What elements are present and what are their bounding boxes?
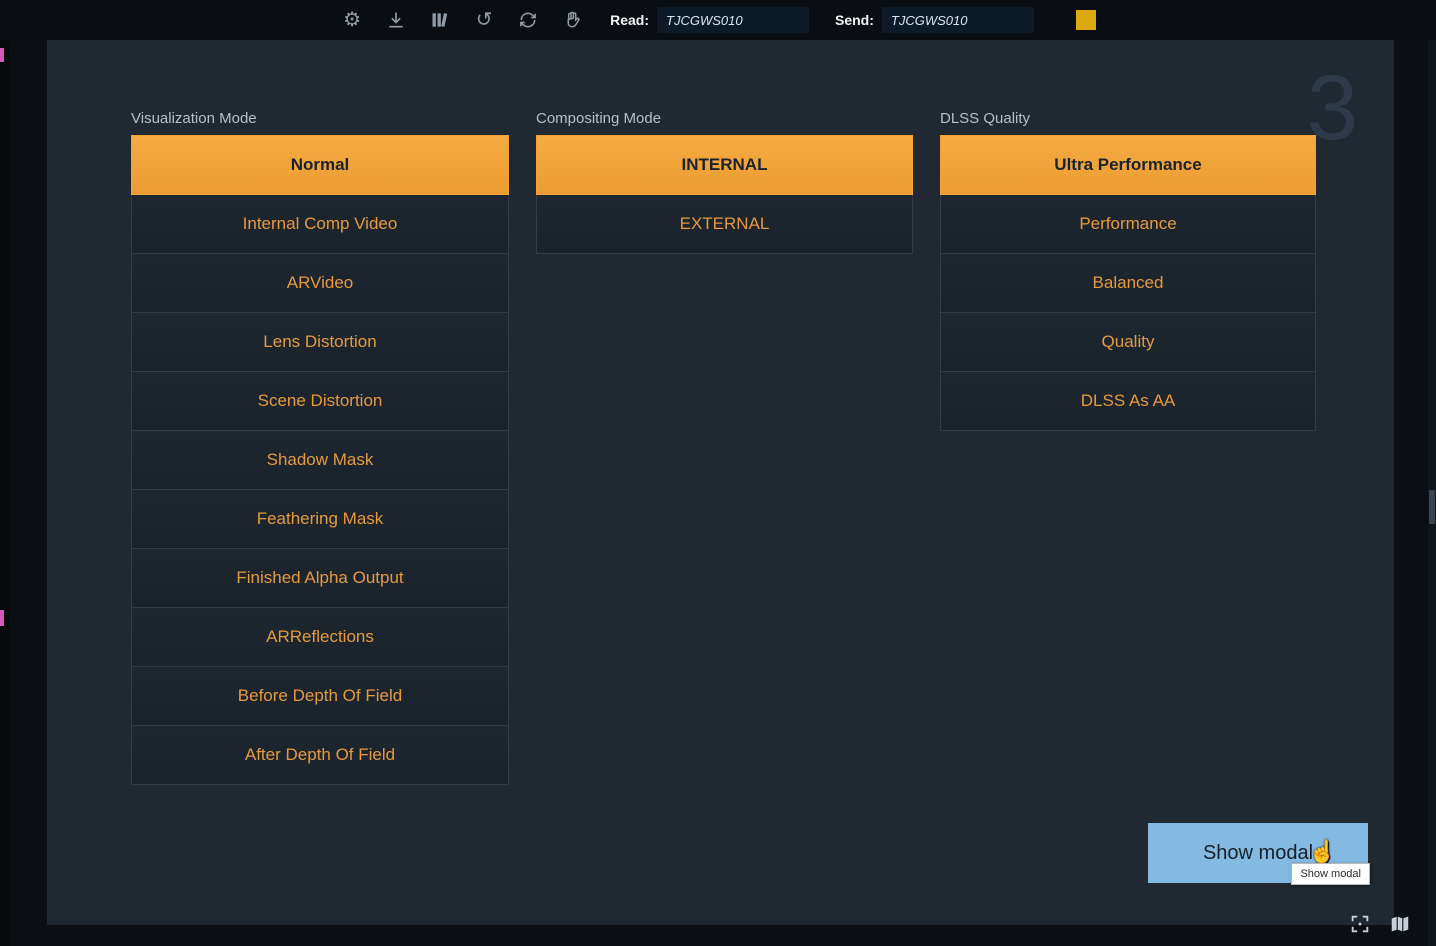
fullscreen-icon[interactable] <box>1346 910 1374 938</box>
option-finished-alpha-output[interactable]: Finished Alpha Output <box>131 548 509 608</box>
group-label: DLSS Quality <box>940 110 1316 127</box>
left-edge-marker <box>0 610 4 626</box>
option-arvideo[interactable]: ARVideo <box>131 253 509 313</box>
option-before-depth-of-field[interactable]: Before Depth Of Field <box>131 666 509 726</box>
option-list: INTERNAL EXTERNAL <box>536 136 913 254</box>
history-icon[interactable]: ↺ <box>472 8 496 32</box>
option-list: Normal Internal Comp Video ARVideo Lens … <box>131 136 509 785</box>
hand-icon[interactable] <box>560 8 584 32</box>
group-dlss-quality: DLSS Quality Ultra Performance Performan… <box>940 110 1316 431</box>
option-list: Ultra Performance Performance Balanced Q… <box>940 136 1316 431</box>
send-input[interactable] <box>882 7 1034 33</box>
option-performance[interactable]: Performance <box>940 194 1316 254</box>
option-groups: Visualization Mode Normal Internal Comp … <box>131 110 1316 785</box>
option-balanced[interactable]: Balanced <box>940 253 1316 313</box>
send-field-group: Send: <box>835 7 1034 33</box>
gear-icon[interactable]: ⚙ <box>340 8 364 32</box>
group-visualization-mode: Visualization Mode Normal Internal Comp … <box>131 110 509 785</box>
option-after-depth-of-field[interactable]: After Depth Of Field <box>131 725 509 785</box>
option-ultra-performance[interactable]: Ultra Performance <box>940 135 1316 195</box>
option-feathering-mask[interactable]: Feathering Mask <box>131 489 509 549</box>
left-edge-strip <box>0 40 10 946</box>
read-label: Read: <box>610 12 649 28</box>
main-panel: 3 Visualization Mode Normal Internal Com… <box>47 40 1394 925</box>
option-internal[interactable]: INTERNAL <box>536 135 913 195</box>
option-arreflections[interactable]: ARReflections <box>131 607 509 667</box>
scrollbar-thumb[interactable] <box>1429 490 1435 524</box>
refresh-icon[interactable] <box>516 8 540 32</box>
status-indicator[interactable] <box>1076 10 1096 30</box>
right-edge-strip <box>1428 40 1436 946</box>
read-input[interactable] <box>657 7 809 33</box>
send-label: Send: <box>835 12 874 28</box>
toolbar: ⚙ ↺ Read: <box>0 0 1436 40</box>
option-scene-distortion[interactable]: Scene Distortion <box>131 371 509 431</box>
option-normal[interactable]: Normal <box>131 135 509 195</box>
download-icon[interactable] <box>384 8 408 32</box>
show-modal-tooltip: Show modal <box>1291 863 1370 885</box>
option-shadow-mask[interactable]: Shadow Mask <box>131 430 509 490</box>
option-external[interactable]: EXTERNAL <box>536 194 913 254</box>
group-compositing-mode: Compositing Mode INTERNAL EXTERNAL <box>536 110 913 254</box>
corner-icon-group <box>1346 910 1414 938</box>
option-dlss-as-aa[interactable]: DLSS As AA <box>940 371 1316 431</box>
read-field-group: Read: <box>610 7 809 33</box>
group-label: Compositing Mode <box>536 110 913 127</box>
toolbar-icon-group: ⚙ ↺ <box>340 8 584 32</box>
left-edge-marker <box>0 48 4 62</box>
map-icon[interactable] <box>1386 910 1414 938</box>
group-label: Visualization Mode <box>131 110 509 127</box>
option-internal-comp-video[interactable]: Internal Comp Video <box>131 194 509 254</box>
option-quality[interactable]: Quality <box>940 312 1316 372</box>
option-lens-distortion[interactable]: Lens Distortion <box>131 312 509 372</box>
library-icon[interactable] <box>428 8 452 32</box>
